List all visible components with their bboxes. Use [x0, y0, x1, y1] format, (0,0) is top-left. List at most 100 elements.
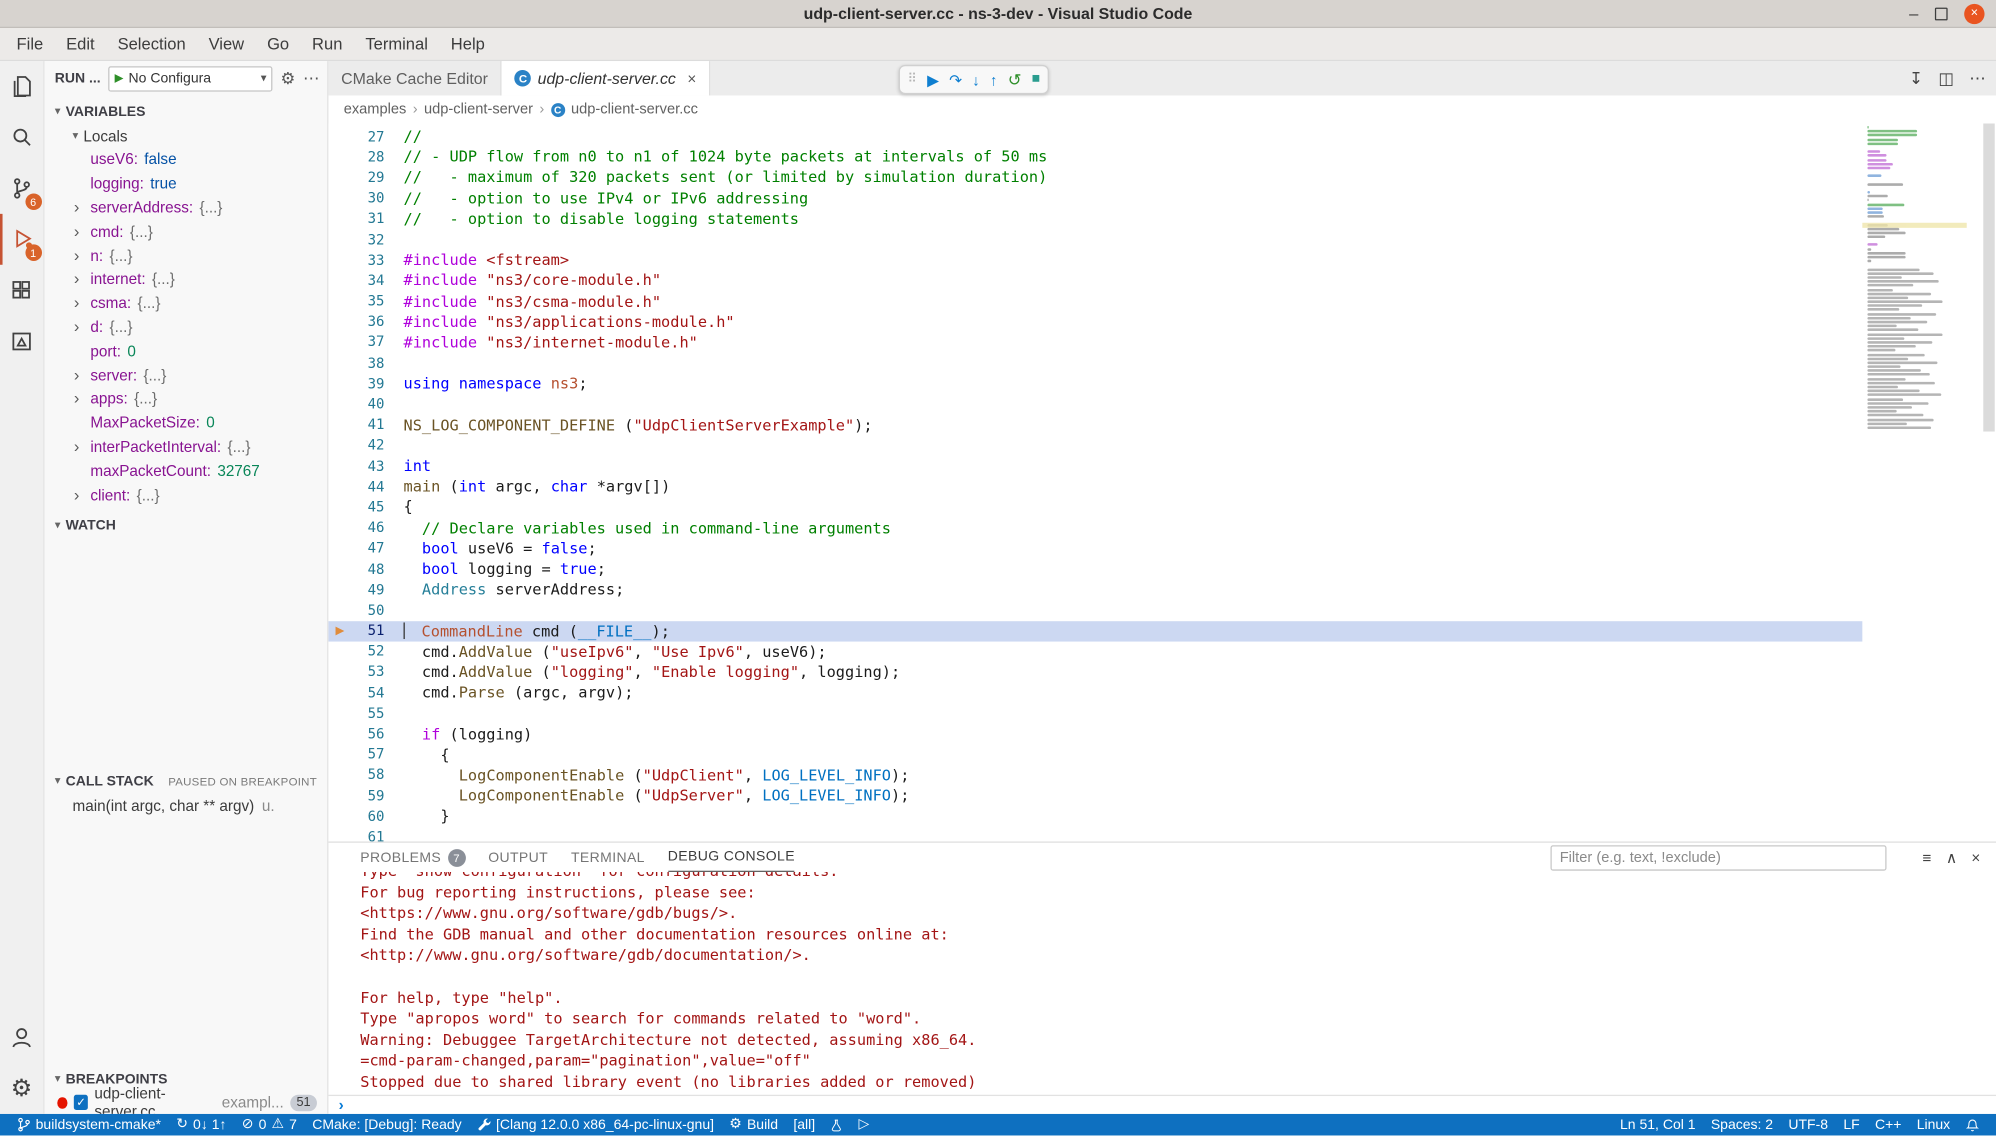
- scrollbar-thumb[interactable]: [1983, 123, 1994, 431]
- code-line[interactable]: 37#include "ns3/internet-module.h": [328, 332, 1862, 353]
- code-line[interactable]: ▶51 CommandLine cmd (__FILE__);: [328, 621, 1862, 642]
- variable-row[interactable]: ›d:{...}: [45, 315, 328, 339]
- code-line[interactable]: 39using namespace ns3;: [328, 373, 1862, 394]
- close-panel-icon[interactable]: ×: [1971, 848, 1980, 866]
- encoding-status[interactable]: UTF-8: [1782, 1117, 1834, 1132]
- code-line[interactable]: 59 LogComponentEnable ("UdpServer", LOG_…: [328, 785, 1862, 806]
- close-icon[interactable]: ×: [687, 69, 696, 87]
- download-icon[interactable]: ↧: [1909, 68, 1923, 88]
- step-out-button[interactable]: ↑: [990, 72, 998, 87]
- code-line[interactable]: 28// - UDP flow from n0 to n1 of 1024 by…: [328, 147, 1862, 168]
- menu-item-selection[interactable]: Selection: [106, 34, 197, 53]
- activity-explorer[interactable]: [0, 61, 44, 112]
- variable-row[interactable]: ›n:{...}: [45, 243, 328, 267]
- panel-menu-icon[interactable]: ≡: [1923, 848, 1932, 866]
- code-line[interactable]: 36#include "ns3/applications-module.h": [328, 311, 1862, 332]
- code-line[interactable]: 34#include "ns3/core-module.h": [328, 270, 1862, 291]
- variable-row[interactable]: port:0: [45, 339, 328, 363]
- debug-current-line-arrow[interactable]: ▶: [328, 624, 351, 638]
- restart-button[interactable]: ↺: [1008, 71, 1022, 88]
- debug-settings-gear-icon[interactable]: ⚙: [280, 68, 295, 88]
- debug-target-button[interactable]: ▷: [852, 1118, 876, 1132]
- code-line[interactable]: 30// - option to use IPv4 or IPv6 addres…: [328, 188, 1862, 209]
- breakpoint-checkbox[interactable]: ✓: [74, 1095, 88, 1110]
- code-line[interactable]: 47 bool useV6 = false;: [328, 538, 1862, 559]
- code-line[interactable]: 38: [328, 353, 1862, 374]
- code-line[interactable]: 45{: [328, 497, 1862, 518]
- os-status[interactable]: Linux: [1910, 1117, 1956, 1132]
- code-line[interactable]: 60 }: [328, 806, 1862, 827]
- build-target[interactable]: [all]: [787, 1117, 822, 1132]
- code-line[interactable]: 33#include <fstream>: [328, 250, 1862, 271]
- code-line[interactable]: 42: [328, 435, 1862, 456]
- code-line[interactable]: 44main (int argc, char *argv[]): [328, 476, 1862, 497]
- indentation-status[interactable]: Spaces: 2: [1704, 1117, 1779, 1132]
- stack-frame[interactable]: main(int argc, char ** argv) u.: [45, 793, 328, 817]
- activity-accounts[interactable]: [0, 1012, 44, 1063]
- tab-debug-console[interactable]: DEBUG CONSOLE: [668, 843, 795, 871]
- code-line[interactable]: 56 if (logging): [328, 724, 1862, 745]
- editor-scrollbar[interactable]: [1982, 123, 1996, 841]
- variable-row[interactable]: ›cmd:{...}: [45, 219, 328, 243]
- menu-item-terminal[interactable]: Terminal: [354, 34, 439, 53]
- breakpoint-row[interactable]: ✓ udp-client-server.cc exampl... 51: [45, 1091, 328, 1114]
- more-actions-icon[interactable]: ⋯: [303, 68, 320, 88]
- continue-button[interactable]: ▶: [927, 72, 939, 87]
- breadcrumb-item-file[interactable]: udp-client-server.cc: [571, 102, 698, 117]
- variables-section-header[interactable]: ▾ VARIABLES: [45, 99, 328, 123]
- activity-cmake[interactable]: [0, 316, 44, 367]
- minimap[interactable]: [1862, 126, 1966, 430]
- code-line[interactable]: 57 {: [328, 744, 1862, 765]
- activity-settings[interactable]: ⚙: [0, 1063, 44, 1114]
- git-branch-status[interactable]: buildsystem-cmake*: [10, 1116, 167, 1133]
- step-over-button[interactable]: ↷: [949, 72, 962, 87]
- tab-output[interactable]: OUTPUT: [488, 843, 548, 871]
- menu-item-file[interactable]: File: [5, 34, 55, 53]
- language-mode-status[interactable]: C++: [1869, 1117, 1908, 1132]
- call-stack-section-header[interactable]: ▾ CALL STACK PAUSED ON BREAKPOINT: [45, 769, 328, 793]
- console-filter-input[interactable]: [1551, 845, 1887, 870]
- code-line[interactable]: 52 cmd.AddValue ("useIpv6", "Use Ipv6", …: [328, 641, 1862, 662]
- cursor-position-status[interactable]: Ln 51, Col 1: [1614, 1117, 1702, 1132]
- code-line[interactable]: 41NS_LOG_COMPONENT_DEFINE ("UdpClientSer…: [328, 415, 1862, 436]
- tab-terminal[interactable]: TERMINAL: [571, 843, 645, 871]
- variable-row[interactable]: ›client:{...}: [45, 483, 328, 507]
- code-line[interactable]: 50: [328, 600, 1862, 621]
- variable-row[interactable]: maxPacketCount:32767: [45, 459, 328, 483]
- build-button[interactable]: ⚙ Build: [723, 1117, 785, 1132]
- tab-problems[interactable]: PROBLEMS 7: [360, 843, 465, 871]
- menu-item-help[interactable]: Help: [439, 34, 496, 53]
- variable-row[interactable]: MaxPacketSize:0: [45, 411, 328, 435]
- cmake-status[interactable]: CMake: [Debug]: Ready: [306, 1117, 468, 1132]
- menu-item-run[interactable]: Run: [301, 34, 354, 53]
- breadcrumb-item-examples[interactable]: examples: [344, 102, 407, 117]
- code-line[interactable]: 29// - maximum of 320 packets sent (or l…: [328, 167, 1862, 188]
- tab-udp-client-server[interactable]: C udp-client-server.cc ×: [502, 61, 710, 95]
- problems-status[interactable]: ⊘ 0 ⚠ 7: [235, 1117, 303, 1132]
- code-line[interactable]: 27//: [328, 126, 1862, 147]
- debug-config-dropdown[interactable]: ▶ No Configura ▾: [108, 66, 273, 91]
- variable-row[interactable]: useV6:false: [45, 148, 328, 172]
- tab-cmake-cache-editor[interactable]: CMake Cache Editor: [328, 61, 502, 95]
- split-editor-icon[interactable]: ◫: [1938, 68, 1954, 88]
- more-actions-icon[interactable]: ⋯: [1969, 68, 1986, 88]
- code-line[interactable]: 48 bool logging = true;: [328, 559, 1862, 580]
- drag-grip-icon[interactable]: ⠿: [908, 73, 917, 87]
- menu-item-view[interactable]: View: [197, 34, 255, 53]
- variable-row[interactable]: ›serverAddress:{...}: [45, 196, 328, 220]
- code-line[interactable]: 53 cmd.AddValue ("logging", "Enable logg…: [328, 662, 1862, 683]
- code-line[interactable]: 55: [328, 703, 1862, 724]
- variable-row[interactable]: ›internet:{...}: [45, 267, 328, 291]
- code-line[interactable]: 49 Address serverAddress;: [328, 579, 1862, 600]
- maximize-button[interactable]: [1935, 7, 1948, 20]
- code-editor[interactable]: 27//28// - UDP flow from n0 to n1 of 102…: [328, 123, 1996, 841]
- activity-search[interactable]: [0, 112, 44, 163]
- code-line[interactable]: 32: [328, 229, 1862, 250]
- stop-button[interactable]: ■: [1032, 73, 1040, 87]
- activity-extensions[interactable]: [0, 265, 44, 316]
- minimize-button[interactable]: –: [1909, 7, 1918, 20]
- code-line[interactable]: 40: [328, 394, 1862, 415]
- variable-row[interactable]: ›interPacketInterval:{...}: [45, 435, 328, 459]
- menu-item-edit[interactable]: Edit: [55, 34, 106, 53]
- menu-item-go[interactable]: Go: [256, 34, 301, 53]
